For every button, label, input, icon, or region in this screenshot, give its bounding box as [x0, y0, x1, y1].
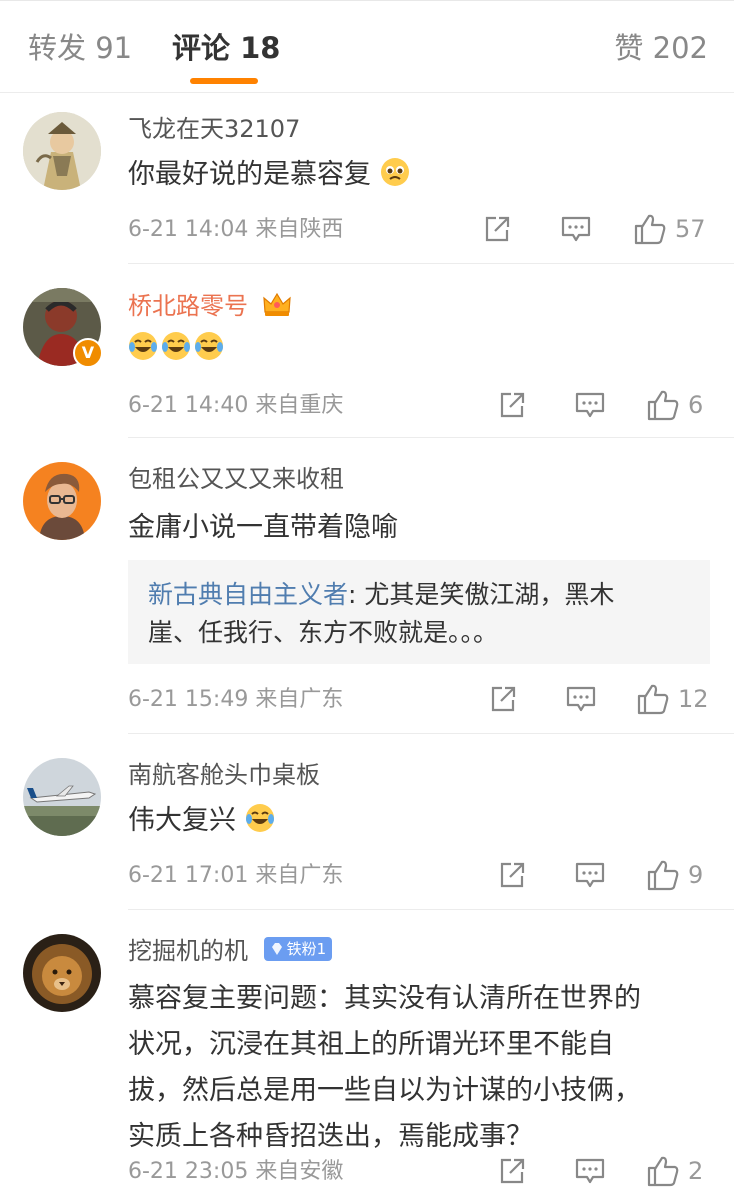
comment-time: 6-21 17:01 — [128, 863, 249, 888]
share-icon[interactable] — [497, 388, 527, 422]
thumbs-up-icon — [637, 684, 669, 715]
thumbs-up-icon — [647, 860, 679, 891]
comment-actions: 2 — [500, 1154, 710, 1188]
like-button[interactable]: 2 — [646, 1154, 703, 1188]
comment-actions: 12 — [491, 682, 710, 716]
like-button[interactable]: 9 — [646, 858, 703, 892]
username[interactable]: 南航客舱头巾桌板 — [128, 760, 320, 790]
comment-item: 南航客舱头巾桌板 伟大复兴 6-21 17:01 来自广东 9 — [0, 734, 734, 910]
comment-actions: 6 — [500, 388, 710, 422]
laughing-crying-emoji-icon — [245, 802, 275, 848]
username[interactable]: 飞龙在天32107 — [128, 114, 300, 144]
comment-time: 6-21 14:04 — [128, 217, 249, 242]
tab-comments[interactable]: 评论 18 — [172, 30, 280, 66]
comment-item: V 桥北路零号 6-21 14:40 来自重庆 6 — [0, 264, 734, 438]
comment-location: 来自陕西 — [255, 217, 344, 242]
comment-line: 慕容复主要问题：其实没有认清所在世界的 — [128, 983, 641, 1014]
fan-badge: 铁粉1 — [263, 937, 333, 961]
reply-separator: : — [348, 580, 365, 609]
comment-item: 包租公又又又来收租 金庸小说一直带着隐喻 新古典自由主义者: 尤其是笑傲江湖，黑… — [0, 438, 734, 734]
pleading-face-emoji-icon — [380, 156, 410, 202]
username[interactable]: 挖掘机的机 铁粉1 — [128, 936, 333, 966]
comment-actions: 57 — [485, 212, 710, 246]
verified-badge: V — [73, 338, 103, 368]
avatar[interactable] — [23, 462, 101, 540]
comment-time: 6-21 14:40 — [128, 393, 249, 418]
like-button[interactable]: 12 — [636, 682, 709, 716]
reply-preview[interactable]: 新古典自由主义者: 尤其是笑傲江湖，黑木 崖、任我行、东方不败就是。。。 — [128, 560, 710, 664]
thumbs-up-icon — [634, 214, 666, 245]
like-button[interactable]: 57 — [633, 212, 706, 246]
share-icon[interactable] — [497, 1154, 527, 1188]
thumbs-up-icon — [647, 390, 679, 421]
comment-body: 你最好说的是慕容复 — [128, 159, 371, 190]
avatar[interactable] — [23, 112, 101, 190]
tab-repost[interactable]: 转发 91 — [28, 30, 132, 66]
avatar[interactable] — [23, 758, 101, 836]
like-count: 6 — [688, 391, 704, 419]
like-button[interactable]: 6 — [646, 388, 703, 422]
reply-icon[interactable] — [574, 388, 606, 422]
reply-text-line2: 崖、任我行、东方不败就是。。。 — [148, 618, 499, 647]
like-count: 12 — [678, 685, 709, 713]
comment-tabs: 转发 91 评论 18 赞 202 — [0, 0, 734, 93]
laughing-crying-emoji-icon — [128, 330, 224, 376]
tab-likes[interactable]: 赞 202 — [614, 30, 708, 66]
reply-icon[interactable] — [560, 212, 592, 246]
comment-text — [128, 326, 718, 376]
comment-time: 6-21 23:05 — [128, 1159, 249, 1184]
avatar[interactable] — [23, 934, 101, 1012]
username[interactable]: 桥北路零号 — [128, 290, 292, 325]
username[interactable]: 包租公又又又来收租 — [128, 464, 344, 494]
comment-meta: 6-21 14:40 来自重庆 — [128, 392, 343, 420]
comment-line: 状况，沉浸在其祖上的所谓光环里不能自 — [128, 1029, 614, 1060]
like-count: 57 — [675, 215, 706, 243]
comment-time: 6-21 15:49 — [128, 687, 249, 712]
share-icon[interactable] — [497, 858, 527, 892]
comment-meta: 6-21 17:01 来自广东 — [128, 862, 343, 890]
comment-text: 伟大复兴 — [128, 798, 718, 848]
diamond-icon — [271, 943, 282, 955]
reply-icon[interactable] — [565, 682, 597, 716]
comment-item: 挖掘机的机 铁粉1 慕容复主要问题：其实没有认清所在世界的 状况，沉浸在其祖上的… — [0, 910, 734, 1200]
comment-meta: 6-21 14:04 来自陕西 — [128, 216, 343, 244]
comment-body: 伟大复兴 — [128, 805, 236, 836]
comment-actions: 9 — [500, 858, 710, 892]
username-text: 挖掘机的机 — [128, 937, 248, 965]
username-text: 桥北路零号 — [128, 292, 248, 320]
comment-item: 飞龙在天32107 你最好说的是慕容复 6-21 14:04 来自陕西 57 — [0, 92, 734, 264]
comment-location: 来自重庆 — [255, 393, 344, 418]
comment-text: 你最好说的是慕容复 — [128, 152, 718, 202]
like-count: 2 — [688, 1157, 704, 1185]
reply-text-line1: 尤其是笑傲江湖，黑木 — [364, 580, 615, 609]
reply-icon[interactable] — [574, 858, 606, 892]
comment-text: 慕容复主要问题：其实没有认清所在世界的 状况，沉浸在其祖上的所谓光环里不能自 拔… — [128, 976, 718, 1160]
thumbs-up-icon — [647, 1156, 679, 1187]
share-icon[interactable] — [488, 682, 518, 716]
reply-icon[interactable] — [574, 1154, 606, 1188]
comment-meta: 6-21 23:05 来自安徽 — [128, 1158, 343, 1186]
fan-badge-label: 铁粉1 — [286, 940, 327, 958]
share-icon[interactable] — [482, 212, 512, 246]
crown-icon — [262, 290, 292, 325]
reply-username[interactable]: 新古典自由主义者 — [148, 580, 348, 609]
active-tab-indicator — [190, 78, 258, 84]
comment-meta: 6-21 15:49 来自广东 — [128, 686, 343, 714]
like-count: 9 — [688, 861, 704, 889]
comment-location: 来自广东 — [255, 863, 344, 888]
comment-location: 来自安徽 — [255, 1159, 344, 1184]
reply-line: 新古典自由主义者: 尤其是笑傲江湖，黑木 — [148, 576, 690, 614]
comment-line: 拔，然后总是用一些自以为计谋的小技俩， — [128, 1075, 641, 1106]
comment-location: 来自广东 — [255, 687, 344, 712]
comment-text: 金庸小说一直带着隐喻 — [128, 512, 398, 543]
